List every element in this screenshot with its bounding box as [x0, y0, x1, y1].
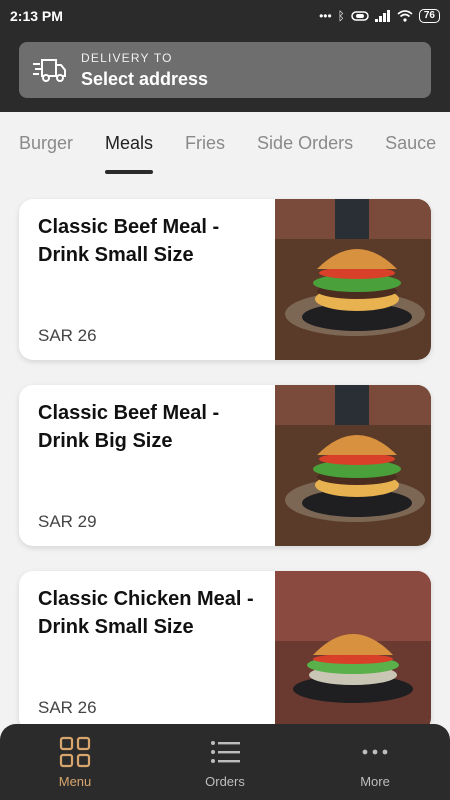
product-image-beef-burger	[275, 199, 431, 360]
nav-menu[interactable]: Menu	[25, 736, 125, 789]
product-image-chicken-burger	[275, 571, 431, 724]
product-card[interactable]: Classic Beef Meal - Drink Big Size SAR 2…	[19, 385, 431, 546]
nav-orders-label: Orders	[205, 773, 245, 789]
tab-burger[interactable]: Burger	[0, 112, 89, 174]
nav-menu-label: Menu	[58, 773, 92, 789]
bottom-navigation: Menu Orders More	[0, 724, 450, 800]
signal-icon	[374, 10, 390, 22]
status-bar: 2:13 PM ••• ᛒ 76	[0, 0, 450, 32]
tab-fries[interactable]: Fries	[169, 112, 241, 174]
tab-sauce[interactable]: Sauce	[369, 112, 450, 174]
tab-meals[interactable]: Meals	[89, 112, 169, 174]
product-price: SAR 26	[38, 698, 97, 717]
delivery-address-selector[interactable]: DELIVERY TO Select address	[19, 42, 431, 98]
nav-more[interactable]: More	[325, 736, 425, 789]
delivery-truck-icon	[33, 59, 66, 82]
address-value: Select address	[81, 68, 209, 89]
bluetooth-icon: ᛒ	[337, 9, 345, 23]
wifi-icon	[397, 10, 413, 22]
status-time: 2:13 PM	[10, 8, 63, 24]
product-list: Classic Beef Meal - Drink Small Size SAR…	[0, 174, 450, 724]
product-card[interactable]: Classic Beef Meal - Drink Small Size SAR…	[19, 199, 431, 360]
product-name: Classic Beef Meal - Drink Big Size	[38, 402, 220, 452]
link-icon	[351, 11, 369, 21]
product-price: SAR 26	[38, 326, 97, 345]
more-dots-icon	[362, 749, 388, 754]
battery-icon: 76	[418, 9, 440, 23]
nav-more-label: More	[360, 773, 390, 789]
product-price: SAR 29	[38, 512, 97, 531]
menu-grid-icon	[59, 736, 91, 767]
notification-dots-icon: •••	[319, 9, 332, 23]
status-icons: ••• ᛒ 76	[319, 9, 440, 23]
nav-orders[interactable]: Orders	[175, 736, 275, 789]
orders-list-icon	[211, 740, 240, 763]
product-name: Classic Beef Meal - Drink Small Size	[38, 216, 220, 266]
delivery-label: DELIVERY TO	[81, 50, 173, 65]
product-card[interactable]: Classic Chicken Meal - Drink Small Size …	[19, 571, 431, 724]
tab-side-orders[interactable]: Side Orders	[241, 112, 369, 174]
header: DELIVERY TO Select address	[0, 32, 450, 112]
category-tabs: Burger Meals Fries Side Orders Sauce	[0, 112, 450, 174]
product-name: Classic Chicken Meal - Drink Small Size	[38, 588, 254, 638]
product-image-beef-burger	[275, 385, 431, 546]
